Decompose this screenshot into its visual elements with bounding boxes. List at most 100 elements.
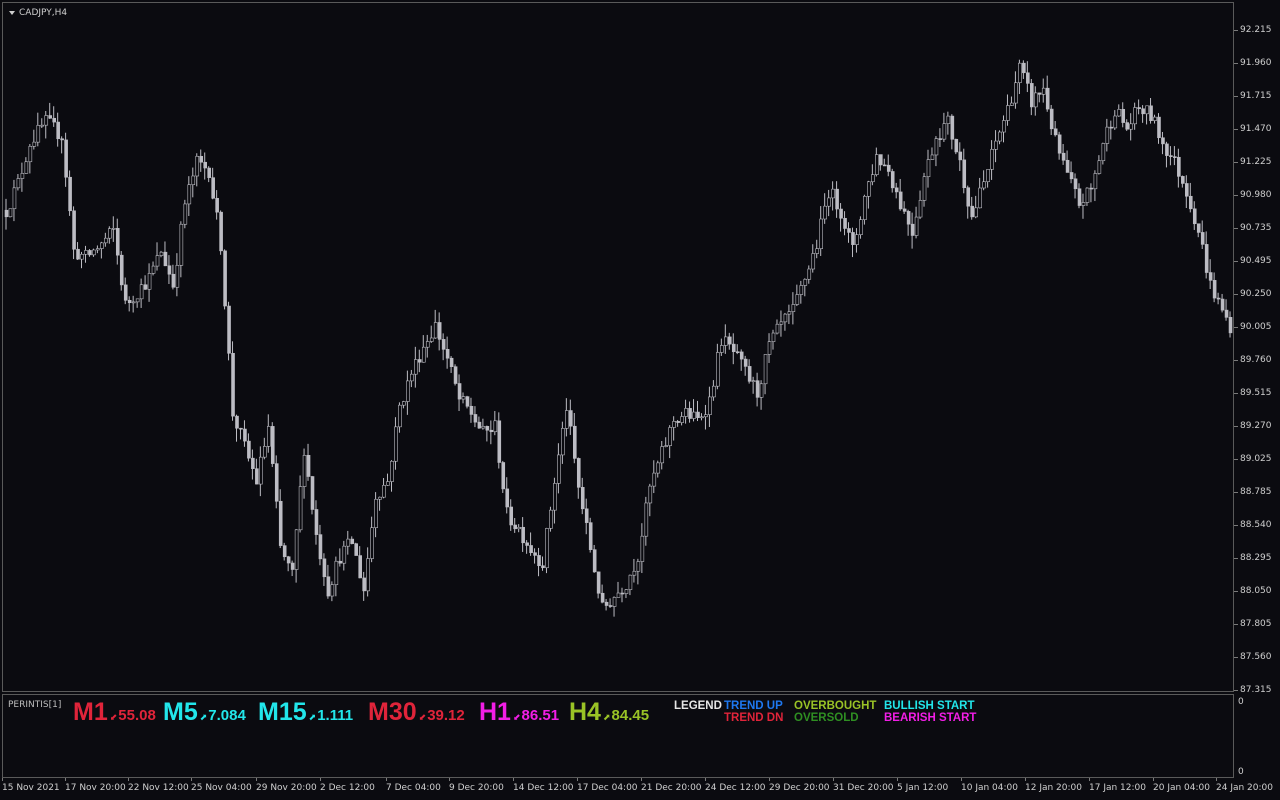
candle-body [104,237,108,244]
candle [1069,161,1074,184]
candle-body [704,414,708,418]
candle [278,489,283,549]
candle-body [755,380,760,398]
candle [131,295,136,313]
dropdown-triangle-icon[interactable] [9,11,15,15]
candle [604,598,609,611]
candle [950,114,955,150]
candle [1228,311,1233,338]
candle [922,172,927,207]
candle [119,251,124,291]
price-tick [1234,459,1238,460]
candle [867,180,871,209]
price-tick [1234,228,1238,229]
candle-body [644,502,649,537]
candle-body [700,416,704,419]
indicator-panel[interactable]: PERINTIS[1] M1 ⬋ 55.08 M5 ⬈ 7.084 M15 ⬈ … [2,694,1234,778]
candle [819,206,823,256]
candle-body [52,117,56,123]
candle-body [843,217,847,229]
candle-body [493,420,498,433]
candle [346,530,351,555]
candle [306,443,311,481]
candle-body [274,463,279,502]
candle [890,168,895,193]
price-axis[interactable]: 92.215 91.960 91.715 91.470 91.225 90.980 90.7… [1234,2,1280,695]
candle-body [207,167,211,178]
candle-body [1105,126,1110,144]
price-label: 92.215 [1240,25,1272,35]
candle-body [80,253,84,260]
candle [88,249,92,257]
candle-body [533,552,537,556]
time-tick [128,778,129,781]
candle [771,329,776,350]
candle-body [545,528,549,569]
candle-body [418,359,422,363]
candle [1010,96,1014,106]
time-tick [2,778,3,781]
candle [290,560,295,577]
candle-body [8,208,13,218]
candle-body [4,209,9,218]
candle-body [1113,115,1118,129]
candle-body [775,323,780,334]
candle-body [998,131,1002,142]
candle [1077,183,1082,209]
candle [1129,113,1133,141]
candle [1161,131,1165,155]
candle [906,209,911,236]
candle [112,216,116,242]
candle-body [44,115,49,126]
candle [664,437,669,448]
candle-body [20,173,25,179]
candle-body [839,208,843,219]
time-axis[interactable]: 15 Nov 2021 17 Nov 20:00 22 Nov 12:00 25 No… [2,778,1273,800]
candle-body [362,577,366,592]
candle-body [163,251,168,267]
candle-body [572,425,577,459]
candle-body [616,592,621,598]
candle-body [680,416,684,423]
candle-body [453,366,458,384]
candle [751,376,756,394]
candle [175,253,180,297]
candle [640,523,645,574]
candle-body [529,545,533,553]
candle [549,506,553,532]
candle-body [457,383,462,400]
price-label: 87.560 [1240,652,1272,662]
candle [958,142,963,171]
candle-body [366,558,370,592]
candle-body [815,248,820,254]
candle [72,206,76,260]
candle [569,399,573,435]
candle-body [835,188,839,210]
candle-body [294,529,299,570]
candle-body [1165,143,1169,156]
candle [203,152,208,180]
candle-body [640,535,645,562]
candle [211,167,215,200]
price-tick [1234,624,1238,625]
candle [1204,231,1209,279]
time-label: 20 Jan 04:00 [1153,783,1210,793]
candle-body [632,570,637,576]
candle-body [672,421,676,428]
candle [421,335,426,363]
time-label: 12 Jan 20:00 [1025,783,1082,793]
candle [545,527,549,574]
price-label: 90.005 [1240,322,1272,332]
candle [831,181,835,211]
candle [183,199,188,229]
price-chart-panel[interactable]: CADJPY,H4 [2,2,1234,692]
candle [584,498,589,535]
price-label: 90.980 [1240,190,1272,200]
candle-body [1041,87,1046,95]
candle-body [290,562,295,570]
candle [1002,115,1006,143]
candle-body [771,332,776,342]
candle-body [139,284,144,300]
candle [763,354,768,395]
candle [779,310,784,337]
